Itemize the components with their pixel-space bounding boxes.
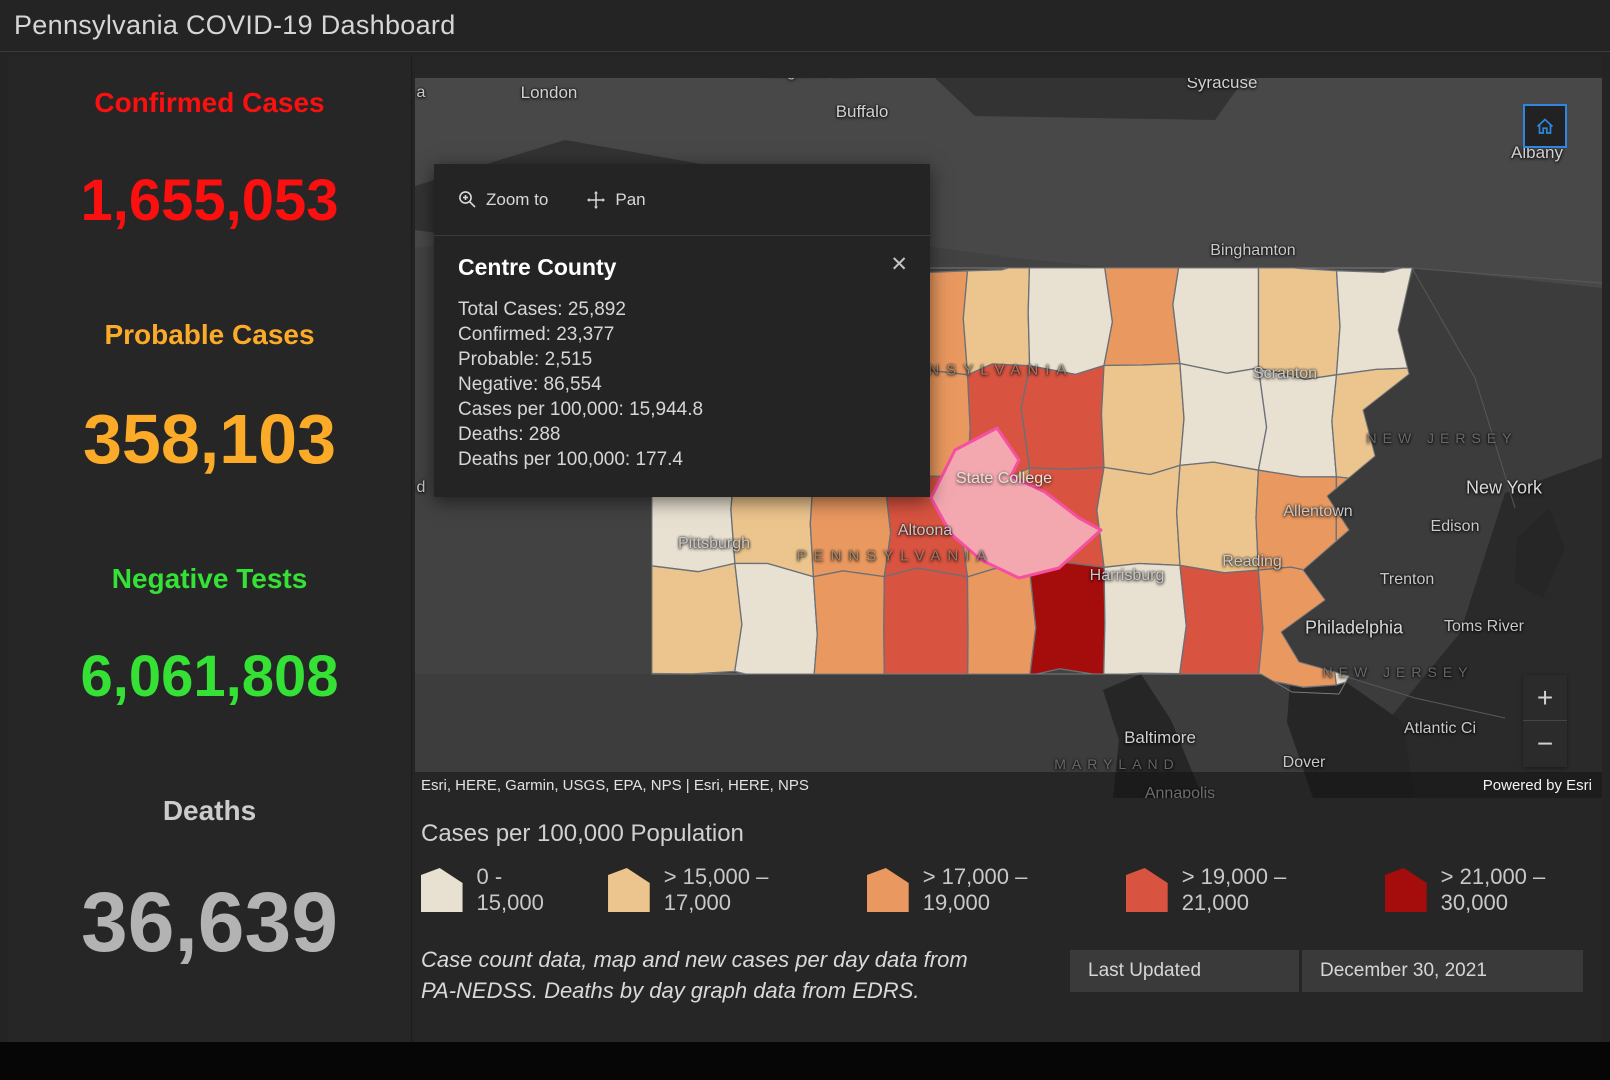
legend-item: > 17,000 – 19,000 bbox=[867, 864, 1084, 916]
zoom-in-button[interactable]: + bbox=[1523, 675, 1567, 721]
county-polygon[interactable] bbox=[1020, 364, 1105, 470]
attribution-text: Esri, HERE, Garmin, USGS, EPA, NPS | Esr… bbox=[421, 776, 809, 794]
legend-label: 0 - 15,000 bbox=[476, 864, 544, 915]
legend: Cases per 100,000 Population 0 - 15,000 >… bbox=[421, 820, 1602, 916]
legend-item: > 21,000 – 30,000 bbox=[1384, 864, 1602, 916]
popup-stat-line: Cases per 100,000: 15,944.8 bbox=[458, 399, 704, 420]
legend-swatch-icon bbox=[867, 868, 909, 912]
stat-value: 1,655,053 bbox=[80, 168, 339, 233]
legend-label: > 17,000 – 19,000 bbox=[922, 864, 1028, 915]
legend-label: > 21,000 – 30,000 bbox=[1440, 864, 1546, 915]
legend-swatch-icon bbox=[1126, 868, 1168, 912]
footer-bar bbox=[0, 1042, 1610, 1080]
stat-block-deaths: Deaths 36,639 bbox=[8, 794, 411, 964]
stat-value: 358,103 bbox=[82, 400, 337, 478]
county-polygon[interactable] bbox=[1172, 260, 1260, 374]
last-updated-label: Last Updated bbox=[1070, 950, 1299, 992]
stat-block-confirmed: Confirmed Cases 1,655,053 bbox=[8, 86, 411, 230]
stat-block-negative: Negative Tests 6,061,808 bbox=[8, 562, 411, 706]
county-polygon[interactable] bbox=[1103, 562, 1187, 677]
right-column: PENNSYLVANIA PENNSYLVANIA NEW JERSEY NEW JE… bbox=[415, 56, 1602, 1042]
last-updated-value: December 30, 2021 bbox=[1302, 950, 1583, 992]
page-title: Pennsylvania COVID-19 Dashboard bbox=[14, 10, 456, 40]
legend-item: 0 - 15,000 bbox=[421, 864, 566, 916]
county-polygon[interactable] bbox=[1027, 261, 1114, 376]
stat-value: 36,639 bbox=[81, 875, 338, 969]
header: Pennsylvania COVID-19 Dashboard bbox=[0, 0, 1610, 52]
county-polygon[interactable] bbox=[1175, 461, 1260, 574]
stat-label: Confirmed Cases bbox=[94, 87, 325, 118]
county-polygon[interactable] bbox=[883, 567, 969, 686]
county-polygon[interactable] bbox=[966, 567, 1037, 686]
popup-action-bar: Zoom to Pan bbox=[434, 164, 930, 236]
popup-body: Centre County ✕ Total Cases: 25,892 Confi… bbox=[434, 236, 930, 472]
popup-stat-line: Deaths: 288 bbox=[458, 424, 561, 445]
popup-stats: Total Cases: 25,892 Confirmed: 23,377 Prob… bbox=[458, 297, 906, 472]
legend-item: > 19,000 – 21,000 bbox=[1126, 864, 1343, 916]
stat-value: 6,061,808 bbox=[80, 644, 339, 709]
county-polygon[interactable] bbox=[1028, 561, 1106, 677]
county-polygon[interactable] bbox=[1100, 362, 1185, 476]
legend-swatch-icon bbox=[1384, 868, 1427, 912]
source-note: Case count data, map and new cases per d… bbox=[421, 947, 968, 1004]
county-polygon[interactable] bbox=[734, 562, 818, 686]
popup-stat-line: Negative: 86,554 bbox=[458, 374, 602, 395]
pan-label: Pan bbox=[615, 189, 646, 209]
zoom-control: + − bbox=[1523, 675, 1567, 767]
stat-block-probable: Probable Cases 358,103 bbox=[8, 318, 411, 474]
pan-button[interactable]: Pan bbox=[586, 189, 646, 210]
popup-stat-line: Confirmed: 23,377 bbox=[458, 324, 615, 345]
zoom-to-button[interactable]: Zoom to bbox=[458, 190, 548, 210]
stat-label: Negative Tests bbox=[111, 563, 308, 594]
legend-label: > 15,000 – 17,000 bbox=[663, 864, 769, 915]
stats-panel: Confirmed Cases 1,655,053 Probable Cases 35… bbox=[8, 56, 412, 1042]
map-attribution-bar: Esri, HERE, Garmin, USGS, EPA, NPS | Esr… bbox=[415, 772, 1602, 798]
popup-stat-line: Total Cases: 25,892 bbox=[458, 299, 626, 320]
county-polygon[interactable] bbox=[812, 570, 886, 687]
county-popup: Zoom to Pan Centre County ✕ Total Cases:… bbox=[434, 164, 930, 497]
powered-by-esri: Powered by Esri bbox=[1482, 776, 1592, 794]
county-polygon[interactable] bbox=[1179, 362, 1268, 471]
legend-swatch-icon bbox=[421, 868, 463, 912]
legend-swatch-icon bbox=[608, 868, 650, 912]
pan-arrows-icon bbox=[587, 190, 606, 209]
map-panel[interactable]: PENNSYLVANIA PENNSYLVANIA NEW JERSEY NEW JE… bbox=[415, 78, 1602, 798]
home-button[interactable] bbox=[1523, 104, 1567, 148]
popup-stat-line: Deaths per 100,000: 177.4 bbox=[458, 449, 684, 470]
county-polygon[interactable] bbox=[1096, 464, 1181, 568]
stat-label: Probable Cases bbox=[104, 319, 315, 350]
legend-items: 0 - 15,000 > 15,000 – 17,000 > 17,000 – 19… bbox=[421, 864, 1602, 916]
legend-item: > 15,000 – 17,000 bbox=[608, 864, 825, 916]
stat-label: Deaths bbox=[162, 795, 257, 826]
county-polygon[interactable] bbox=[1103, 253, 1181, 367]
county-polygon[interactable] bbox=[962, 262, 1031, 376]
last-updated: Last Updated December 30, 2021 bbox=[1070, 950, 1583, 992]
popup-title: Centre County bbox=[458, 254, 617, 280]
popup-stat-line: Probable: 2,515 bbox=[458, 349, 593, 370]
magnifier-plus-icon bbox=[459, 191, 476, 208]
county-polygon[interactable] bbox=[1257, 367, 1338, 478]
county-polygon[interactable] bbox=[1257, 264, 1341, 381]
dashboard-root: Pennsylvania COVID-19 Dashboard Confirme… bbox=[0, 0, 1610, 1080]
county-polygon[interactable] bbox=[1179, 564, 1264, 680]
zoom-out-button[interactable]: − bbox=[1523, 721, 1567, 767]
zoom-to-label: Zoom to bbox=[486, 189, 549, 209]
below-map-row: Case count data, map and new cases per d… bbox=[421, 944, 1602, 1006]
close-icon[interactable]: ✕ bbox=[886, 250, 912, 279]
legend-label: > 19,000 – 21,000 bbox=[1181, 864, 1287, 915]
county-polygon[interactable] bbox=[647, 562, 743, 675]
home-icon bbox=[1536, 118, 1554, 134]
legend-title: Cases per 100,000 Population bbox=[421, 820, 744, 847]
